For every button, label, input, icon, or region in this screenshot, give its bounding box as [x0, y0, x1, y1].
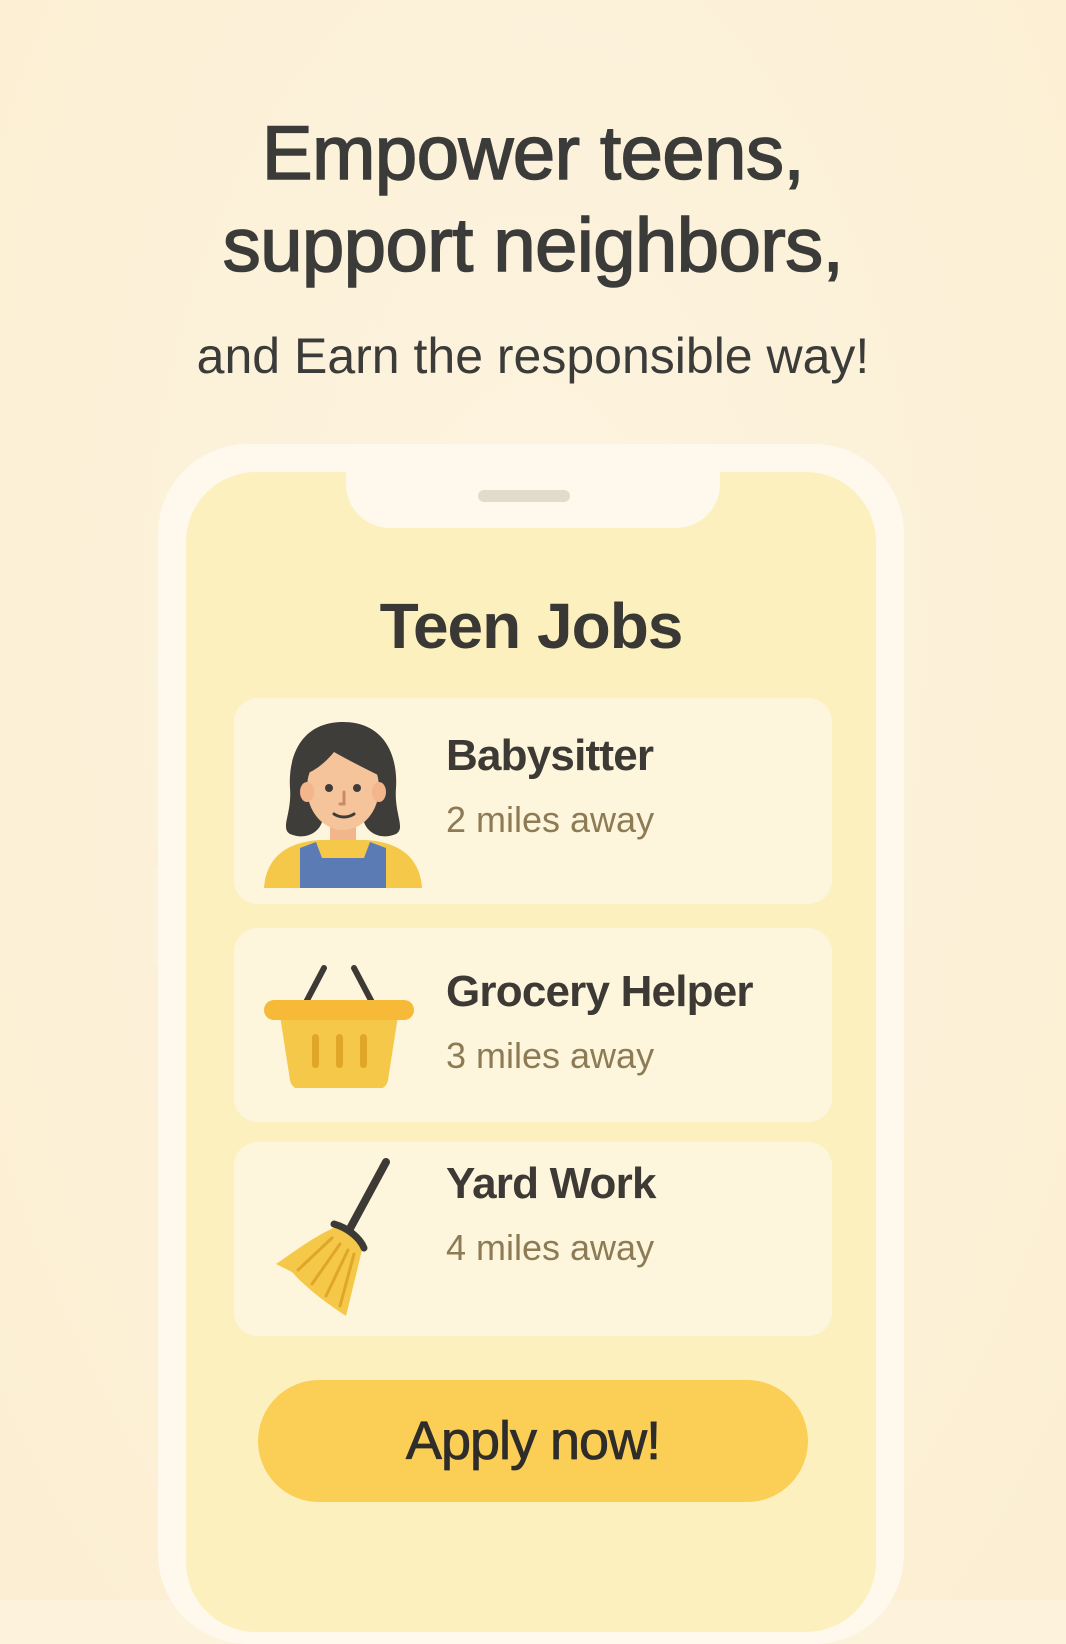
app-title: Teen Jobs	[379, 590, 684, 662]
phone-side-button	[152, 648, 158, 696]
apply-now-button[interactable]: Apply now!	[258, 1380, 808, 1502]
job-title: Babysitter	[446, 731, 654, 780]
job-distance: 4 miles away	[446, 1227, 655, 1268]
phone-speaker	[478, 490, 570, 502]
job-card-grocery-helper[interactable]: Grocery Helper 3 miles away	[234, 928, 832, 1122]
apply-now-label: Apply now!	[405, 1411, 662, 1472]
page-headline: Empower teens, support neighbors,	[0, 108, 1066, 292]
page-subheadline: and Earn the responsible way!	[196, 328, 870, 384]
headline-line-1: Empower teens,	[261, 110, 805, 197]
job-title: Yard Work	[446, 1159, 656, 1208]
babysitter-icon	[264, 722, 422, 888]
phone-side-button	[152, 868, 158, 964]
job-title: Grocery Helper	[446, 967, 754, 1016]
shopping-basket-icon	[264, 965, 414, 1088]
broom-icon	[276, 1158, 390, 1316]
job-card-babysitter[interactable]: Babysitter 2 miles away	[234, 698, 832, 904]
job-distance: 3 miles away	[446, 1035, 655, 1076]
job-card-yard-work[interactable]: Yard Work 4 miles away	[234, 1142, 832, 1336]
phone-side-button	[906, 780, 912, 930]
job-distance: 2 miles away	[446, 799, 655, 840]
headline-line-2: support neighbors,	[222, 202, 845, 289]
